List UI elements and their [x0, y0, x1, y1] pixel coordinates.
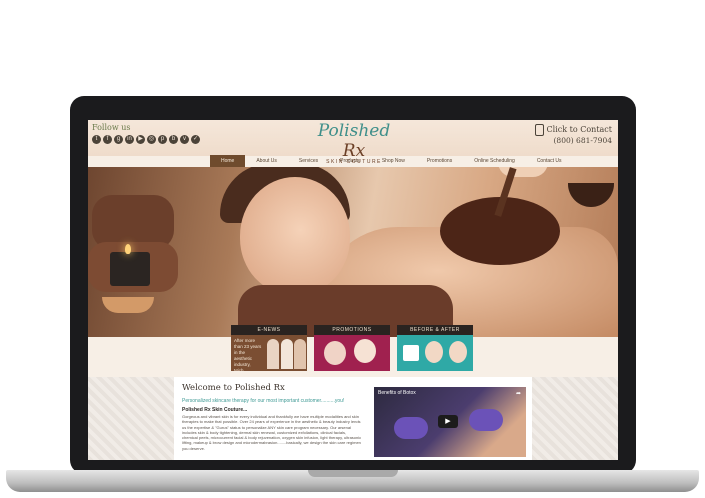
- chocolate-bowl: [568, 183, 614, 207]
- contact-label: Click to Contact: [546, 125, 612, 134]
- hero-banner: [88, 167, 618, 337]
- feature-tiles: E-NEWS After more than 23 years in the a…: [88, 325, 618, 377]
- welcome-heading: Welcome to Polished Rx: [182, 383, 285, 393]
- tile-image: [397, 335, 473, 371]
- video-title[interactable]: Benefits of Botox: [378, 390, 416, 396]
- before-face-photo: [425, 341, 443, 363]
- nav-online-scheduling[interactable]: Online Scheduling: [463, 155, 526, 167]
- salt-bowl: [102, 297, 154, 313]
- tripadvisor-icon[interactable]: ✓: [191, 135, 200, 144]
- tile-title: PROMOTIONS: [314, 325, 390, 335]
- tile-e-news[interactable]: E-NEWS After more than 23 years in the a…: [231, 325, 307, 371]
- decorative-pattern: [532, 377, 618, 460]
- google-plus-icon[interactable]: g: [114, 135, 123, 144]
- welcome-article: Welcome to Polished Rx Personalized skin…: [174, 377, 532, 460]
- candle-flame: [125, 244, 131, 254]
- site-header: Follow us t f g in ▶ ◎ p b v ✓ Polished …: [88, 120, 618, 165]
- main-nav: Home About Us Services Products Shop Now…: [210, 155, 573, 167]
- social-icons: t f g in ▶ ◎ p b v ✓: [92, 135, 200, 144]
- share-icon[interactable]: ➦: [516, 390, 521, 397]
- nav-products[interactable]: Products: [329, 155, 371, 167]
- glove-image: [394, 417, 428, 439]
- decorative-pattern: [88, 377, 174, 460]
- play-button[interactable]: ▶: [438, 415, 458, 428]
- nav-shop-now[interactable]: Shop Now: [371, 155, 416, 167]
- nav-promotions[interactable]: Promotions: [416, 155, 463, 167]
- candle-image: [110, 252, 150, 286]
- article-body: Gorgeous and vibrant skin is for every i…: [182, 414, 362, 451]
- nav-about-us[interactable]: About Us: [245, 155, 288, 167]
- after-face-photo: [449, 341, 467, 363]
- model-photo: [354, 339, 376, 363]
- website-screen: Follow us t f g in ▶ ◎ p b v ✓ Polished …: [88, 120, 618, 460]
- nav-services[interactable]: Services: [288, 155, 329, 167]
- tile-promotions[interactable]: PROMOTIONS: [314, 325, 390, 371]
- logo-text: Polished: [317, 121, 391, 141]
- blog-icon[interactable]: b: [169, 135, 178, 144]
- tile-title: E-NEWS: [231, 325, 307, 335]
- linkedin-icon[interactable]: in: [125, 135, 134, 144]
- article-subtitle: Polished Rx Skin Couture...: [182, 407, 248, 413]
- contact-block[interactable]: Click to Contact (800) 681-7904: [534, 124, 613, 145]
- instagram-icon[interactable]: ◎: [147, 135, 156, 144]
- facebook-icon[interactable]: f: [103, 135, 112, 144]
- vimeo-icon[interactable]: v: [180, 135, 189, 144]
- therapist-hand: [498, 167, 548, 177]
- model-photo: [324, 341, 346, 365]
- phone-icon: [534, 124, 544, 136]
- tile-text: After more than 23 years in the aestheti…: [234, 338, 262, 371]
- glove-image: [469, 409, 503, 431]
- main-content: Welcome to Polished Rx Personalized skin…: [88, 377, 618, 460]
- arrow-icon: [403, 345, 419, 361]
- phone-number[interactable]: (800) 681-7904: [535, 136, 613, 145]
- staff-photo: [281, 339, 293, 369]
- model-face: [240, 177, 350, 295]
- tile-image: After more than 23 years in the aestheti…: [231, 335, 307, 371]
- laptop-notch: [308, 470, 398, 477]
- video-player[interactable]: Benefits of Botox ➦ ▶: [374, 387, 526, 457]
- staff-photo: [267, 339, 279, 369]
- tile-before-after[interactable]: BEFORE & AFTER: [397, 325, 473, 371]
- tile-title: BEFORE & AFTER: [397, 325, 473, 335]
- tagline: Personalized skincare therapy for our mo…: [182, 398, 345, 404]
- nav-home[interactable]: Home: [210, 155, 246, 167]
- follow-us-label: Follow us: [92, 123, 131, 132]
- nav-contact-us[interactable]: Contact Us: [526, 155, 573, 167]
- tile-image: [314, 335, 390, 371]
- youtube-icon[interactable]: ▶: [136, 135, 145, 144]
- pinterest-icon[interactable]: p: [158, 135, 167, 144]
- twitter-icon[interactable]: t: [92, 135, 101, 144]
- staff-photo: [294, 339, 306, 369]
